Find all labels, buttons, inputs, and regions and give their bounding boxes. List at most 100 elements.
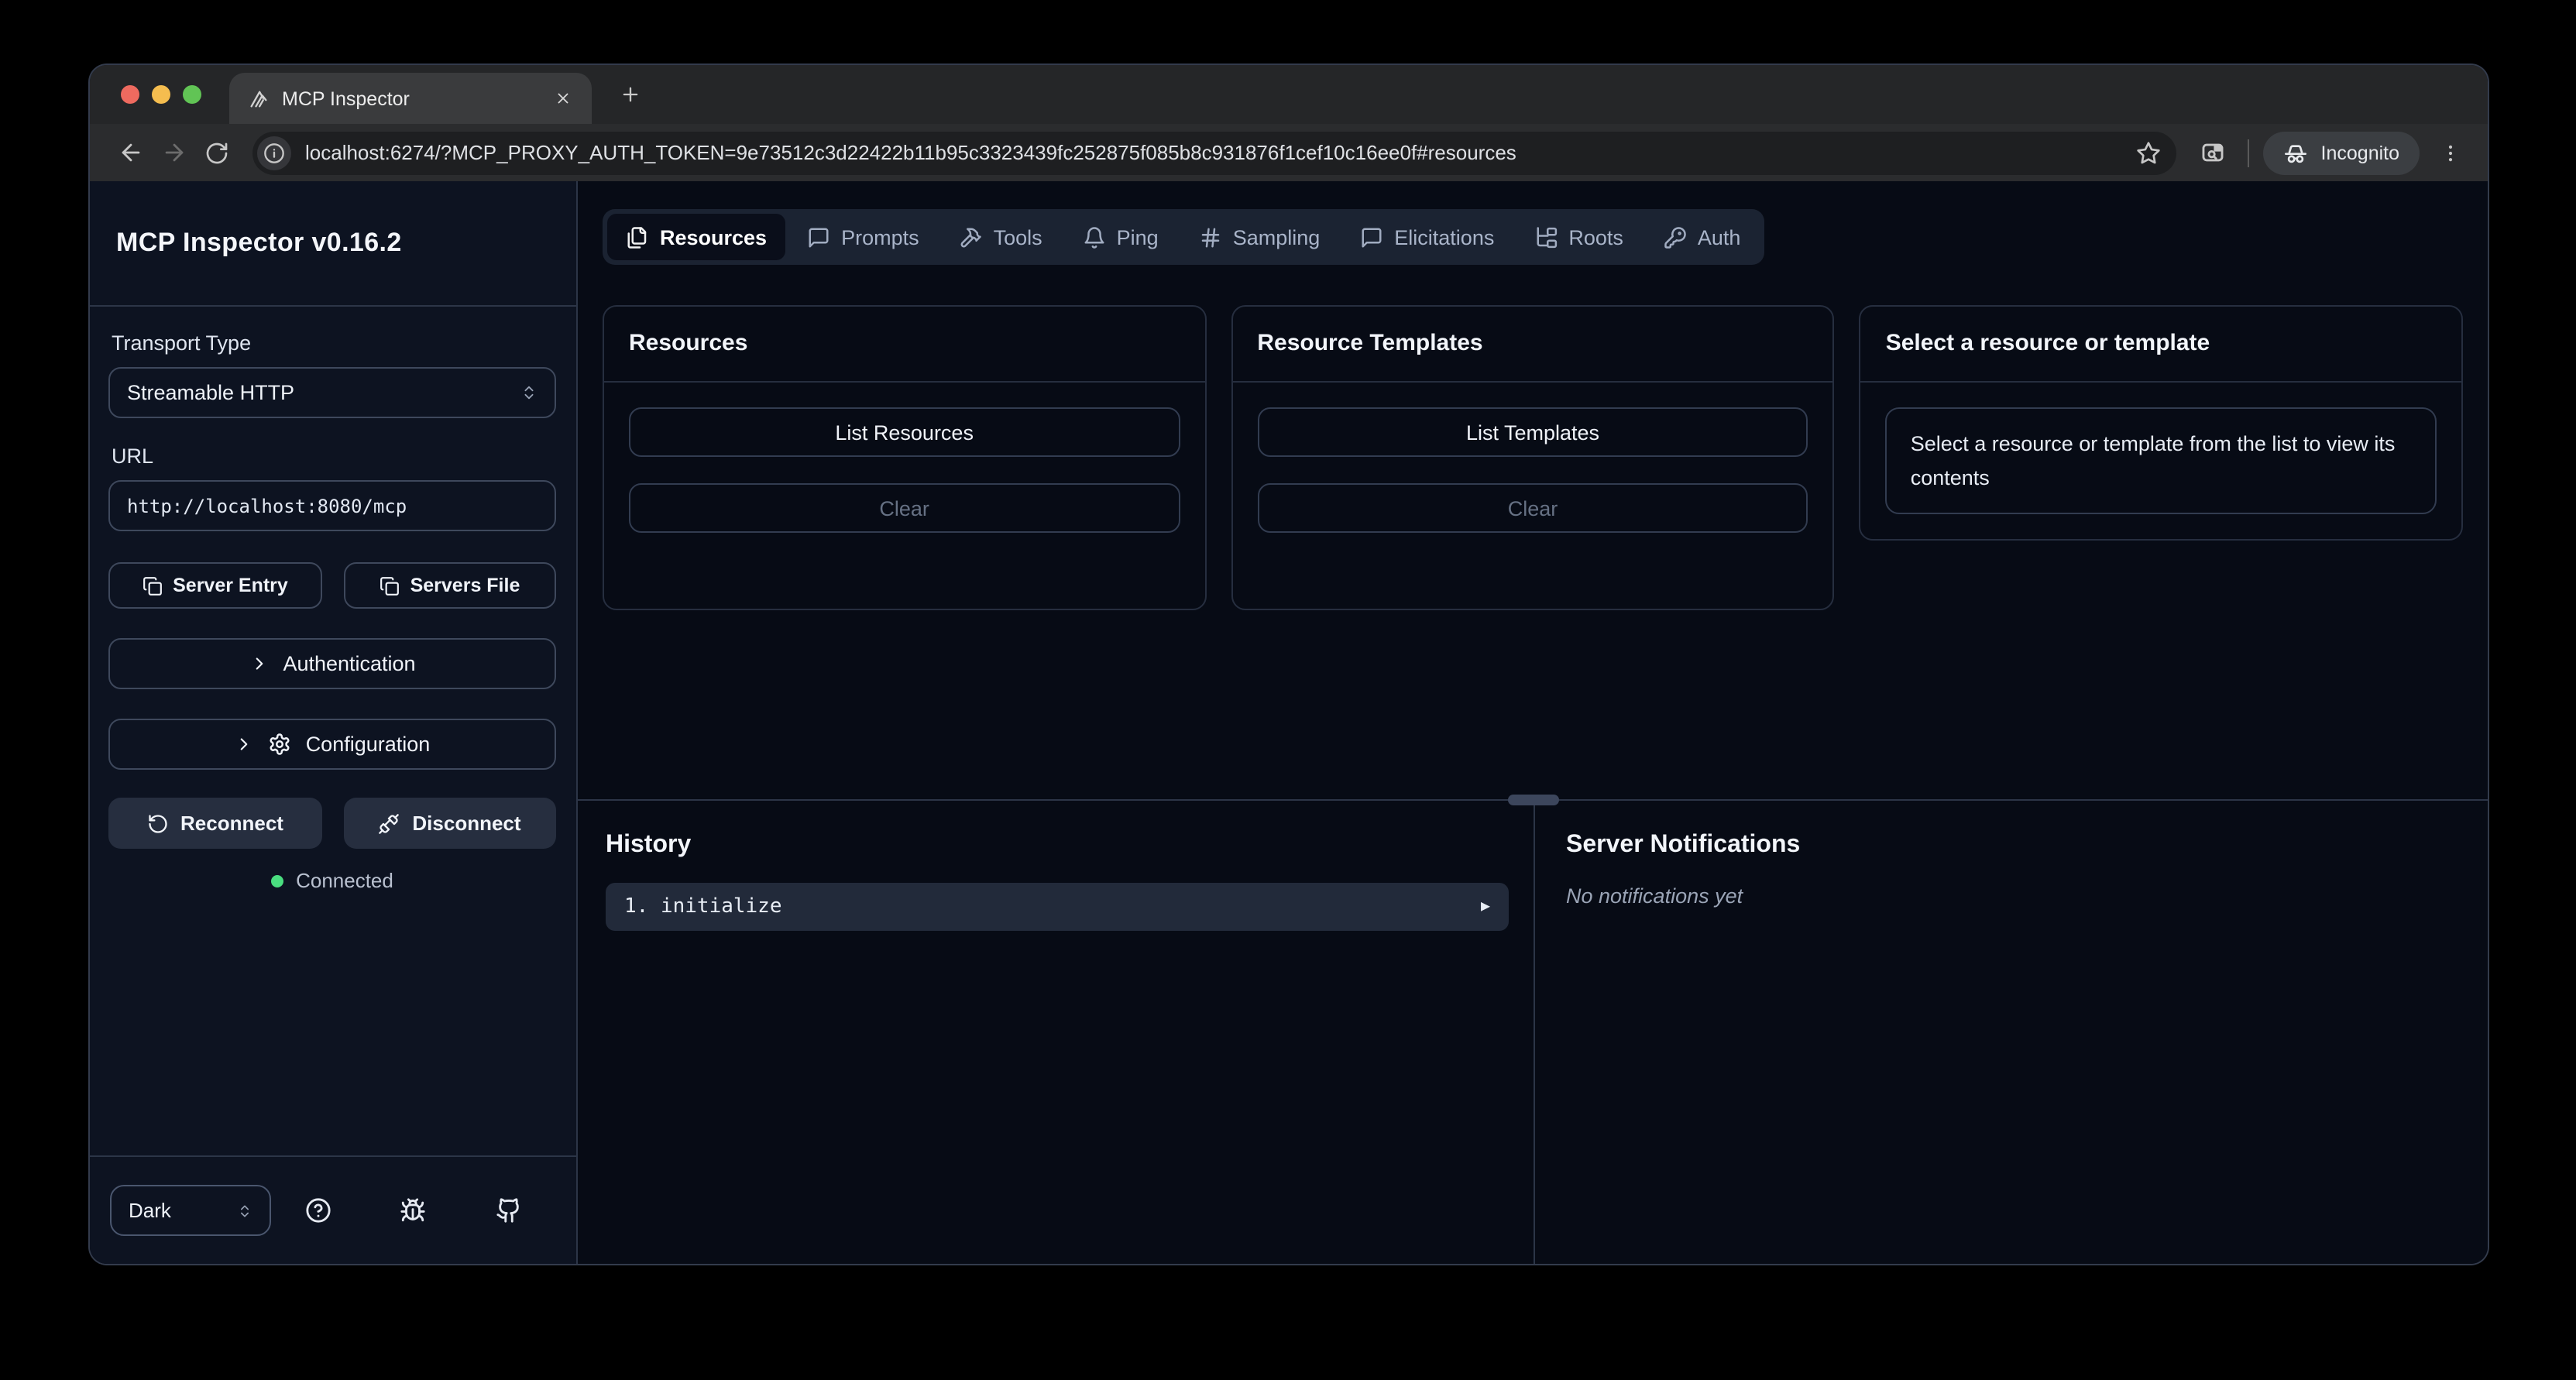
resource-preview-body: Select a resource or template from the l… [1861, 383, 2461, 539]
bottom-panes: History 1. initialize ▶ Server Notificat… [578, 801, 2488, 1264]
hammer-icon [960, 225, 983, 249]
address-bar[interactable]: localhost:6274/?MCP_PROXY_AUTH_TOKEN=9e7… [252, 131, 2177, 174]
tab-tools[interactable]: Tools [941, 214, 1061, 260]
bookmark-star-icon[interactable] [2131, 134, 2168, 171]
configuration-expander[interactable]: Configuration [108, 719, 556, 770]
authentication-label: Authentication [283, 652, 415, 675]
configuration-label: Configuration [306, 733, 431, 756]
sidebar-body: Transport Type Streamable HTTP URL http:… [90, 307, 576, 1155]
page-content: MCP Inspector v0.16.2 Transport Type Str… [90, 181, 2488, 1264]
tab-elicitations[interactable]: Elicitations [1341, 214, 1513, 260]
resource-preview-title: Select a resource or template [1886, 330, 2210, 356]
expand-arrow-icon: ▶ [1481, 898, 1490, 915]
resources-panel-body: List Resources Clear [604, 383, 1204, 609]
horizontal-split-divider [578, 799, 2488, 801]
window-close-button[interactable] [121, 85, 139, 104]
message-square-icon [807, 225, 830, 249]
panels-row: Resources List Resources Clear Resource … [578, 265, 2488, 610]
tab-prompts[interactable]: Prompts [788, 214, 938, 260]
tab-title: MCP Inspector [282, 88, 534, 109]
browser-window: MCP Inspector [90, 65, 2488, 1264]
sidebar: MCP Inspector v0.16.2 Transport Type Str… [90, 181, 578, 1264]
server-url-input[interactable]: http://localhost:8080/mcp [108, 480, 556, 531]
bug-icon[interactable] [395, 1192, 432, 1229]
servers-file-label: Servers File [410, 575, 520, 596]
reconnect-label: Reconnect [180, 812, 283, 835]
browser-menu-icon[interactable] [2432, 134, 2469, 171]
split-drag-handle[interactable] [1507, 795, 1558, 805]
clear-templates-button[interactable]: Clear [1257, 483, 1808, 533]
chevrons-up-down-icon [520, 384, 538, 401]
tab-label: Ping [1117, 225, 1159, 249]
server-notifications-pane: Server Notifications No notifications ye… [1535, 801, 2488, 1264]
reload-icon[interactable] [195, 131, 239, 174]
rotate-ccw-icon [146, 812, 168, 834]
window-controls [121, 85, 201, 104]
files-icon [626, 225, 649, 249]
copy-icon [380, 575, 400, 596]
search-tabs-icon[interactable] [2191, 131, 2234, 174]
toolbar-separator [2248, 139, 2250, 166]
history-item[interactable]: 1. initialize ▶ [606, 883, 1509, 931]
server-entry-button[interactable]: Server Entry [108, 562, 321, 609]
sidebar-header: MCP Inspector v0.16.2 [90, 181, 576, 307]
list-templates-button[interactable]: List Templates [1257, 407, 1808, 457]
window-zoom-button[interactable] [183, 85, 201, 104]
resources-panel-title: Resources [629, 330, 747, 356]
servers-file-button[interactable]: Servers File [343, 562, 556, 609]
incognito-label: Incognito [2321, 142, 2399, 163]
preview-placeholder: Select a resource or template from the l… [1886, 407, 2437, 514]
resource-preview-header: Select a resource or template [1861, 307, 2461, 383]
tab-ping[interactable]: Ping [1064, 214, 1177, 260]
tab-auth[interactable]: Auth [1645, 214, 1760, 260]
chevron-right-icon [249, 654, 269, 674]
clear-resources-button[interactable]: Clear [629, 483, 1180, 533]
incognito-badge: Incognito [2264, 131, 2420, 174]
help-icon[interactable] [300, 1192, 337, 1229]
authentication-expander[interactable]: Authentication [108, 638, 556, 689]
tab-resources[interactable]: Resources [607, 214, 785, 260]
connected-label: Connected [296, 869, 393, 892]
window-minimize-button[interactable] [152, 85, 170, 104]
list-resources-button[interactable]: List Resources [629, 407, 1180, 457]
resources-panel: Resources List Resources Clear [603, 305, 1206, 610]
tab-sampling[interactable]: Sampling [1180, 214, 1339, 260]
key-icon [1664, 225, 1687, 249]
url-label: URL [112, 445, 556, 468]
app-title: MCP Inspector v0.16.2 [116, 228, 402, 259]
resource-templates-header: Resource Templates [1232, 307, 1832, 383]
tab-label: Resources [660, 225, 767, 249]
browser-tab-strip: MCP Inspector [90, 65, 2488, 124]
disconnect-label: Disconnect [412, 812, 520, 835]
desktop-background: MCP Inspector [0, 0, 2576, 1380]
connection-status: Connected [108, 869, 556, 892]
forward-icon[interactable] [152, 131, 195, 174]
new-tab-button[interactable] [612, 76, 649, 113]
transport-type-value: Streamable HTTP [127, 381, 294, 404]
github-icon[interactable] [490, 1192, 527, 1229]
site-info-icon[interactable] [257, 136, 291, 170]
tab-close-icon[interactable] [547, 83, 578, 114]
resource-templates-panel: Resource Templates List Templates Clear [1231, 305, 1834, 610]
tab-label: Auth [1698, 225, 1741, 249]
tab-label: Tools [994, 225, 1042, 249]
tab-label: Elicitations [1394, 225, 1494, 249]
tab-label: Roots [1568, 225, 1623, 249]
incognito-icon [2284, 140, 2309, 165]
copy-buttons-row: Server Entry Servers File [108, 562, 556, 609]
copy-icon [142, 575, 162, 596]
history-pane: History 1. initialize ▶ [578, 801, 1535, 1264]
disconnect-button[interactable]: Disconnect [343, 798, 556, 849]
back-icon[interactable] [108, 131, 152, 174]
connected-dot [271, 874, 283, 887]
transport-type-select[interactable]: Streamable HTTP [108, 367, 556, 418]
tab-roots[interactable]: Roots [1516, 214, 1642, 260]
resource-preview-panel: Select a resource or template Select a r… [1860, 305, 2463, 541]
url-text: localhost:6274/?MCP_PROXY_AUTH_TOKEN=9e7… [305, 141, 2131, 164]
folder-tree-icon [1534, 225, 1558, 249]
nav-tabs-row: Resources Prompts Tools Ping [578, 181, 2488, 265]
theme-select[interactable]: Dark [110, 1185, 271, 1236]
reconnect-button[interactable]: Reconnect [108, 798, 321, 849]
transport-type-label: Transport Type [112, 331, 556, 355]
browser-tab[interactable]: MCP Inspector [229, 73, 592, 124]
